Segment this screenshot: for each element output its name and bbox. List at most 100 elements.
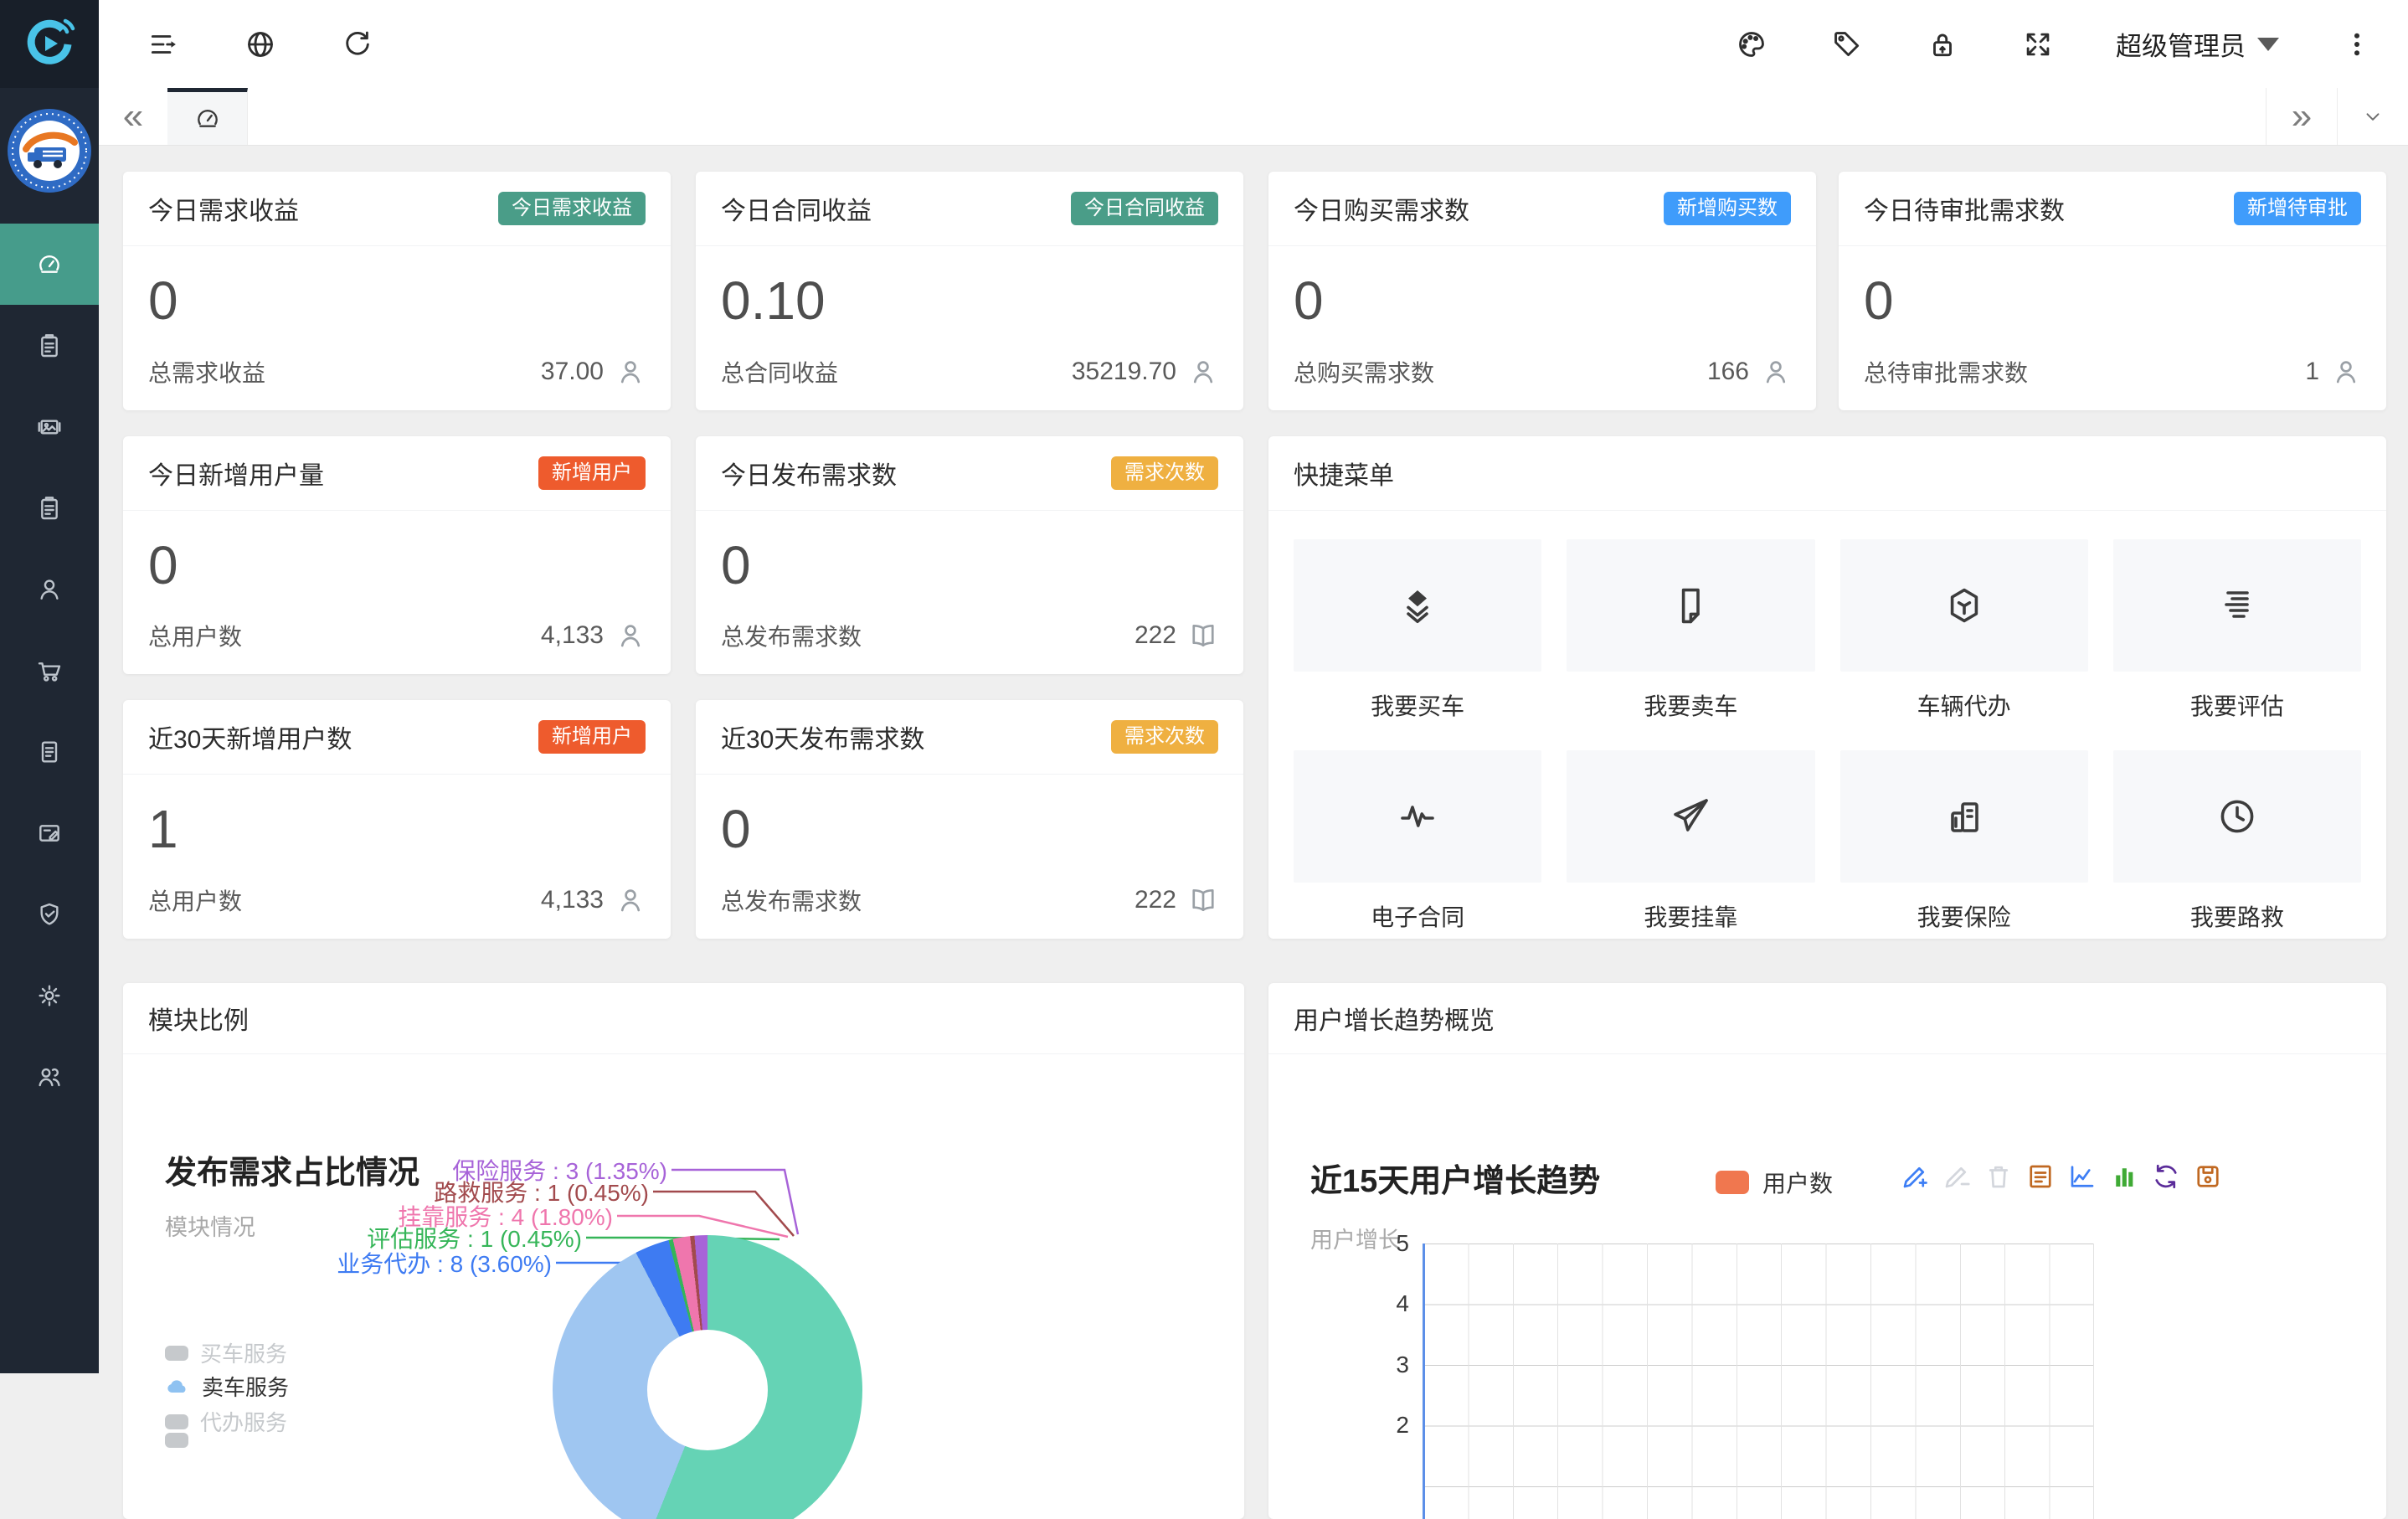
paper-plane-icon — [1670, 796, 1711, 837]
tabs-dropdown-icon[interactable] — [2337, 88, 2408, 145]
layers-icon — [1397, 585, 1438, 626]
quick-menu-label: 我要卖车 — [1567, 688, 1814, 722]
user-role-dropdown[interactable]: 超级管理员 — [2116, 25, 2279, 63]
quick-menu-label: 我要买车 — [1294, 688, 1541, 722]
stat-value: 0 — [148, 271, 671, 330]
lock-icon[interactable] — [1925, 27, 1960, 62]
sidebar-item-forms[interactable] — [0, 467, 99, 548]
document-icon — [36, 739, 63, 765]
fold-menu-icon[interactable] — [146, 27, 181, 62]
tag-icon[interactable] — [1829, 27, 1865, 62]
clock-icon — [2217, 796, 2257, 837]
quick-menu-card: 快捷菜单 我要买车 我要卖车 车辆代办 我要评估 电子合同 — [1268, 436, 2386, 939]
book-icon — [1188, 885, 1218, 915]
sidebar-item-dashboard[interactable] — [0, 224, 99, 305]
stat-value: 0.10 — [721, 271, 1243, 330]
tabs-scroll-left-icon[interactable]: « — [99, 88, 167, 145]
buildings-icon — [1944, 796, 1984, 837]
chart-grid — [1423, 1244, 2094, 1519]
box-icon — [1944, 585, 1984, 626]
save-image-icon[interactable] — [2193, 1161, 2223, 1192]
quick-menu-label: 我要评估 — [2113, 688, 2361, 722]
stat-title: 今日购买需求数 — [1294, 190, 1469, 227]
clear-icon[interactable] — [1984, 1161, 2014, 1192]
quick-menu-item-buy-car[interactable]: 我要买车 — [1294, 539, 1541, 722]
fullscreen-icon[interactable] — [2020, 27, 2056, 62]
sidebar-item-security[interactable] — [0, 873, 99, 955]
edit-add-icon[interactable] — [1900, 1161, 1930, 1192]
line-chart-title: 近15天用户增长趋势 — [1310, 1155, 1600, 1201]
sidebar-item-members[interactable] — [0, 1036, 99, 1117]
line-chart-toggle-icon[interactable] — [2067, 1161, 2097, 1192]
legend-label: 代办服务 — [200, 1406, 287, 1437]
quick-menu-item-e-contract[interactable]: 电子合同 — [1294, 750, 1541, 933]
stat-footer-value: 222 — [1135, 621, 1176, 650]
sidebar-item-audit[interactable] — [0, 792, 99, 873]
quick-menu-label: 我要路救 — [2113, 899, 2361, 933]
stat-footer-label: 总用户数 — [148, 883, 242, 917]
person-icon — [2331, 357, 2361, 387]
gear-icon — [36, 982, 63, 1009]
pie-legend-buy-service[interactable]: 买车服务 — [165, 1337, 287, 1368]
legend-swatch-gray — [165, 1414, 188, 1429]
stat-footer-label: 总发布需求数 — [721, 619, 862, 652]
edit-remove-icon[interactable] — [1942, 1161, 1972, 1192]
quick-menu-label: 我要保险 — [1840, 899, 2088, 933]
legend-label: 卖车服务 — [202, 1371, 289, 1402]
sidebar-item-documents[interactable] — [0, 711, 99, 792]
person-icon — [36, 576, 63, 603]
stat-value: 0 — [721, 800, 1243, 858]
theme-palette-icon[interactable] — [1734, 27, 1769, 62]
quick-menu-item-evaluate[interactable]: 我要评估 — [2113, 539, 2361, 722]
sidebar-item-shop[interactable] — [0, 630, 99, 711]
stat-value: 0 — [148, 536, 671, 595]
quick-menu-item-road-rescue[interactable]: 我要路救 — [2113, 750, 2361, 933]
status-badge: 今日需求收益 — [498, 192, 646, 225]
y-tick: 5 — [1367, 1230, 1409, 1257]
stat-value: 0 — [1864, 271, 2386, 330]
quick-menu-item-insurance[interactable]: 我要保险 — [1840, 750, 2088, 933]
stat-footer-label: 总需求收益 — [148, 355, 265, 389]
refresh-icon[interactable] — [340, 27, 375, 62]
pie-legend-partial-item[interactable] — [165, 1433, 188, 1448]
data-view-icon[interactable] — [2025, 1161, 2056, 1192]
tabs-scroll-right-icon[interactable]: » — [2266, 88, 2337, 145]
restore-icon[interactable] — [2151, 1161, 2181, 1192]
cloud-icon — [165, 1377, 190, 1396]
quick-menu-item-vehicle-agency[interactable]: 车辆代办 — [1840, 539, 2088, 722]
pie-chart: 发布需求占比情况 模块情况 保险服务 : 3 (1.35%) 路救服务 : 1 … — [123, 1054, 1244, 1519]
pie-legend-sell-service[interactable]: 卖车服务 — [165, 1371, 289, 1402]
quick-menu-item-sell-car[interactable]: 我要卖车 — [1567, 539, 1814, 722]
line-legend-users[interactable]: 用户数 — [1716, 1166, 1833, 1199]
app-logo-icon — [23, 18, 75, 70]
sidebar-item-settings[interactable] — [0, 955, 99, 1036]
stat-card-demands-today: 今日发布需求数需求次数 0 总发布需求数 222 — [696, 436, 1243, 674]
legend-label: 买车服务 — [200, 1337, 287, 1368]
sidebar-item-orders[interactable] — [0, 305, 99, 386]
person-icon — [1188, 357, 1218, 387]
quick-menu-label: 电子合同 — [1294, 899, 1541, 933]
quick-menu-item-affiliation[interactable]: 我要挂靠 — [1567, 750, 1814, 933]
shield-check-icon — [36, 901, 63, 928]
status-badge: 新增购买数 — [1664, 192, 1791, 225]
tab-bar: « » — [99, 88, 2408, 146]
sidebar-item-banners[interactable] — [0, 386, 99, 467]
app-logo — [0, 0, 99, 88]
status-badge: 新增用户 — [538, 720, 646, 754]
tab-dashboard[interactable] — [167, 88, 248, 145]
stat-footer-label: 总合同收益 — [721, 355, 838, 389]
bar-chart-toggle-icon[interactable] — [2109, 1161, 2139, 1192]
y-tick: 4 — [1367, 1290, 1409, 1317]
stat-footer-value: 4,133 — [541, 621, 604, 650]
topbar: 超级管理员 — [99, 0, 2408, 88]
kebab-menu-icon[interactable] — [2339, 27, 2375, 62]
stat-card-pending-approvals: 今日待审批需求数新增待审批 0 总待审批需求数 1 — [1839, 172, 2386, 410]
quick-menu-title: 快捷菜单 — [1294, 455, 1394, 492]
module-card-title: 模块比例 — [148, 1000, 249, 1037]
quick-menu-label: 我要挂靠 — [1567, 899, 1814, 933]
sidebar-item-users[interactable] — [0, 548, 99, 630]
stat-footer-value: 37.00 — [541, 358, 604, 386]
stat-value: 1 — [148, 800, 671, 858]
globe-icon[interactable] — [243, 27, 278, 62]
line-chart: 近15天用户增长趋势 用户增长 用户数 5 4 3 2 — [1268, 1054, 2386, 1519]
